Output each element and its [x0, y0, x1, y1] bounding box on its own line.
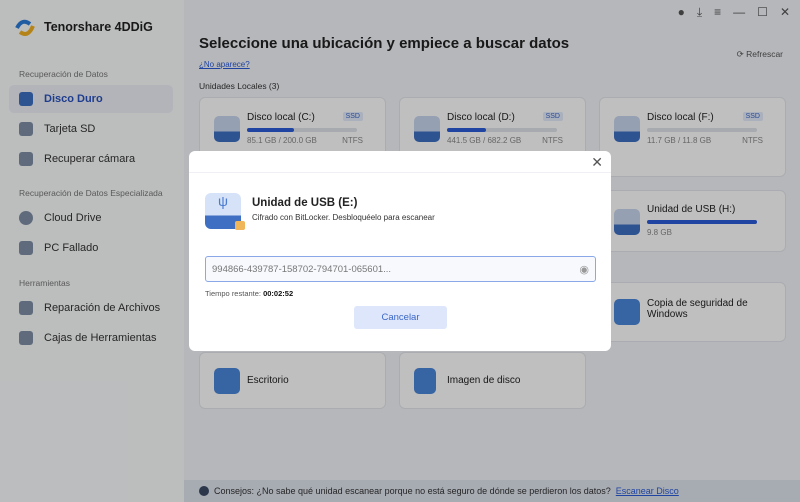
- time-remaining: Tiempo restante: 00:02:52: [205, 289, 293, 298]
- timer-label: Tiempo restante:: [205, 289, 261, 298]
- dialog-title: Unidad de USB (E:): [252, 197, 358, 209]
- dialog-description: Cifrado con BitLocker. Desbloquéelo para…: [252, 213, 435, 222]
- timer-value: 00:02:52: [263, 289, 294, 298]
- cancel-button[interactable]: Cancelar: [354, 306, 447, 329]
- eye-icon[interactable]: ◉: [579, 263, 589, 276]
- divider: [189, 172, 611, 173]
- lock-icon: [235, 221, 245, 230]
- close-icon[interactable]: ✕: [591, 154, 603, 171]
- recovery-key-input[interactable]: [205, 256, 596, 282]
- bitlocker-dialog: ✕ ψ Unidad de USB (E:) Cifrado con BitLo…: [189, 151, 611, 351]
